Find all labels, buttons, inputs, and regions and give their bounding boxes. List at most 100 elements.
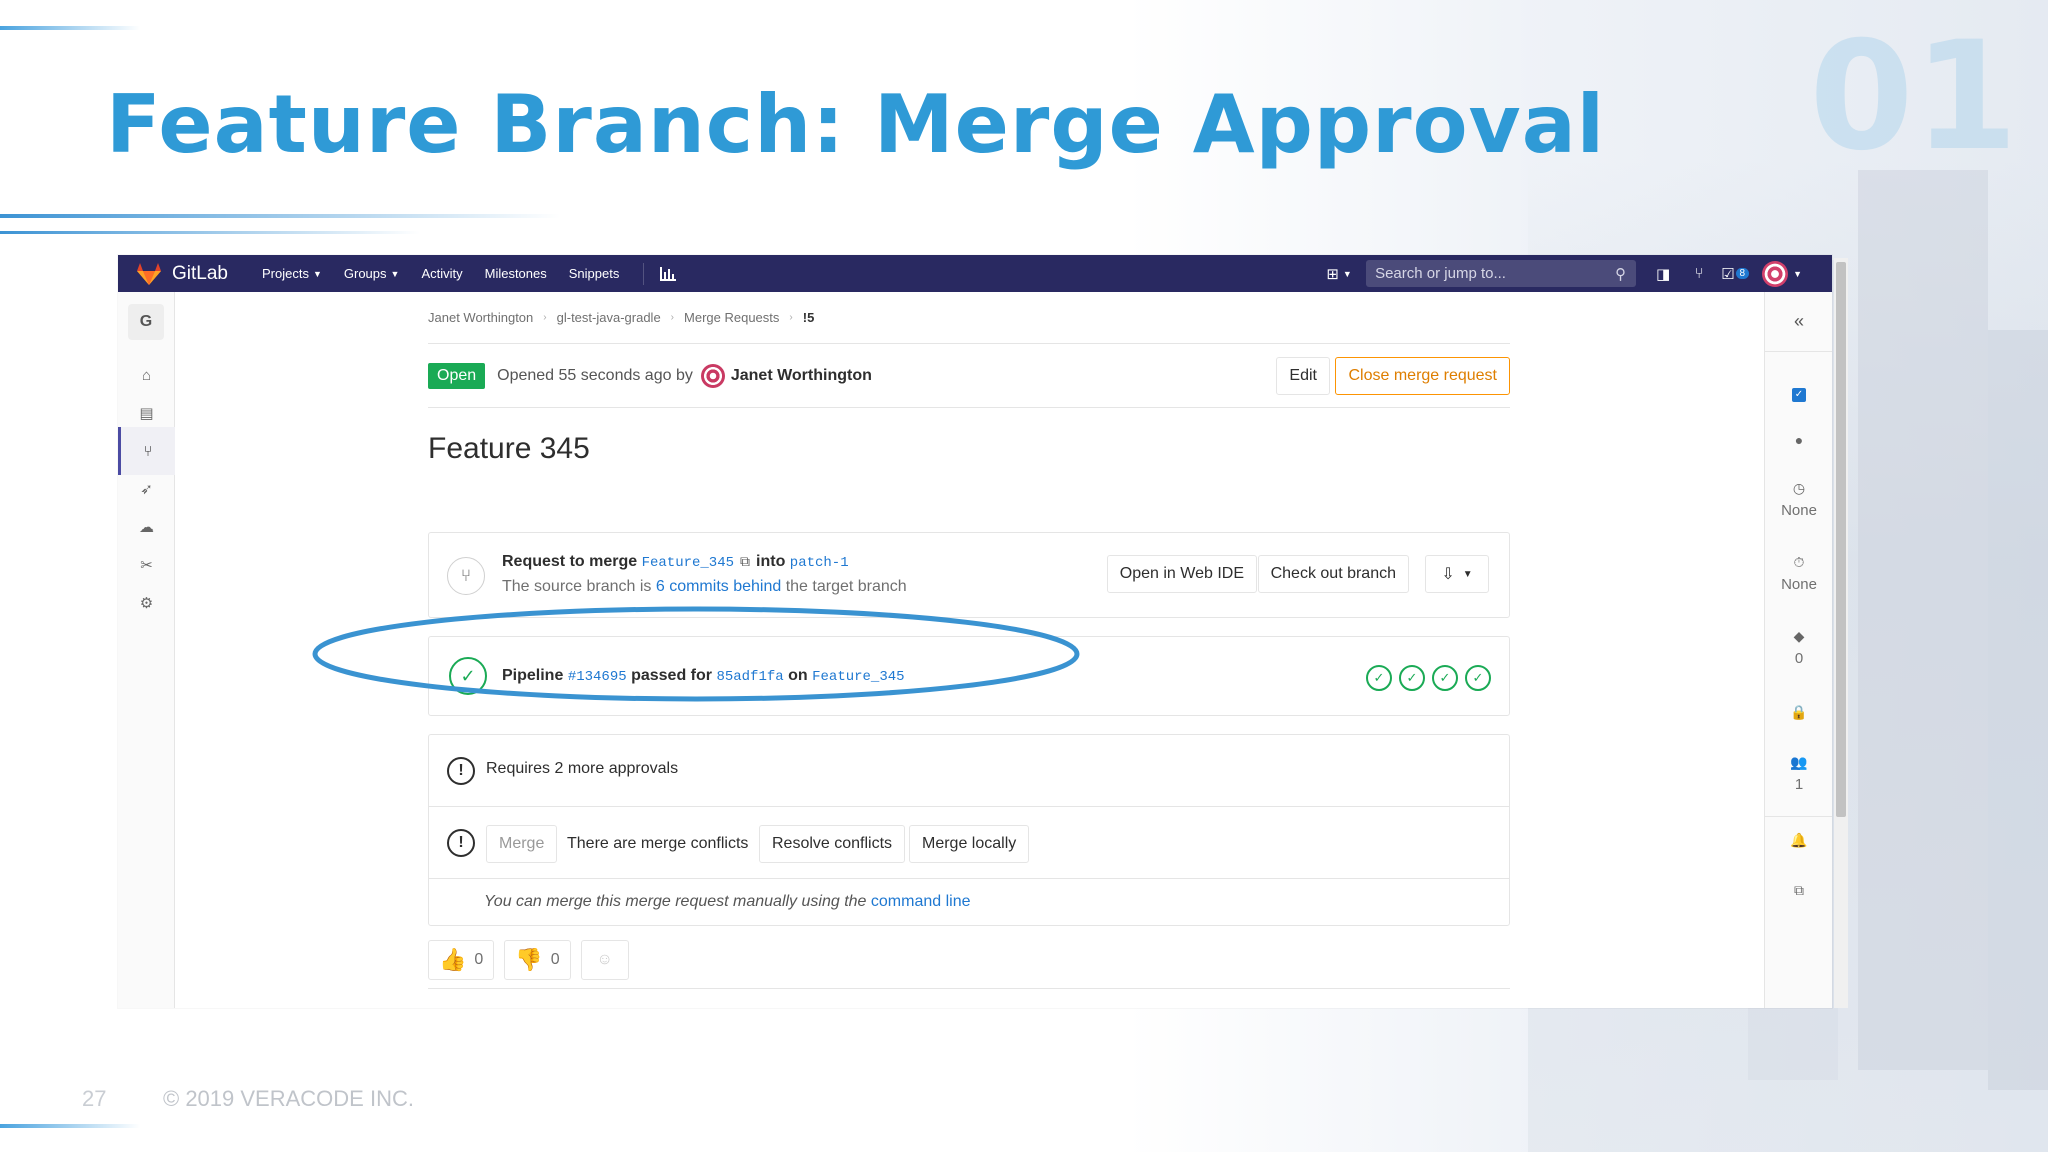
nav-label: Snippets [568, 266, 620, 281]
pipeline-stages: ✓ ✓ ✓ ✓ [1366, 665, 1491, 691]
opened-text: Opened 55 seconds ago by [497, 366, 693, 384]
search-placeholder: Search or jump to... [1375, 265, 1506, 282]
user-menu[interactable]: ▼ [1762, 260, 1802, 287]
todos-icon[interactable]: ☑ 8 [1721, 265, 1750, 283]
chevron-down-icon: ▼ [390, 268, 400, 279]
commits-behind-link[interactable]: 6 commits behind [656, 578, 781, 595]
breadcrumb-item[interactable]: !5 [803, 310, 815, 325]
divider [428, 988, 1510, 989]
decorative-line [0, 1124, 140, 1128]
edit-button[interactable]: Edit [1276, 357, 1330, 395]
nav-milestones[interactable]: Milestones [485, 266, 547, 281]
check-out-branch-button[interactable]: Check out branch [1257, 555, 1409, 593]
todo-count-badge: 8 [1735, 268, 1750, 279]
breadcrumb-item[interactable]: gl-test-java-gradle [557, 310, 661, 325]
label: into [756, 553, 786, 570]
user-icon: ● [1794, 432, 1804, 448]
stopwatch-icon: ⏱ [1793, 554, 1805, 570]
assignee-item[interactable]: ● [1765, 432, 1832, 449]
label: You can merge this merge request manuall… [484, 893, 867, 910]
approvals-text: Requires 2 more approvals [486, 760, 679, 777]
milestone-item[interactable]: ◷ None [1765, 480, 1832, 519]
notifications-item[interactable]: 🔔 [1765, 832, 1832, 849]
chevron-right-icon: › [543, 312, 547, 323]
thumbs-down-button[interactable]: 👎 0 [504, 940, 571, 980]
labels-item[interactable]: ◆ 0 [1765, 628, 1832, 667]
plus-square-icon[interactable]: ⊞ ▼ [1326, 265, 1352, 283]
slide-title: Feature Branch: Merge Approval [106, 78, 1606, 171]
bell-icon: 🔔 [1790, 832, 1808, 848]
copy-reference-item[interactable]: ⧉ [1765, 882, 1832, 899]
users-icon: 👥 [1790, 754, 1808, 770]
chart-icon[interactable] [660, 266, 677, 281]
breadcrumb: Janet Worthington › gl-test-java-gradle … [428, 292, 1510, 344]
nav-snippets[interactable]: Snippets [569, 266, 620, 281]
chevron-down-icon: ▼ [312, 268, 322, 279]
merge-conflicts-text: There are merge conflicts [567, 835, 749, 852]
merge-request-icon[interactable]: ⑂ [1690, 265, 1708, 283]
request-to-merge-line: Request to merge Feature_345 ⧉ into patch-… [502, 553, 849, 571]
tag-icon: ◆ [1793, 628, 1805, 644]
approvals-row: ! Requires 2 more approvals [429, 735, 1509, 807]
gitlab-brand[interactable]: GitLab [172, 263, 228, 285]
commits-behind-line: The source branch is 6 commits behind th… [502, 578, 907, 596]
mr-title: Feature 345 [428, 432, 590, 465]
close-merge-request-button[interactable]: Close merge request [1335, 357, 1510, 395]
merge-button[interactable]: Merge [486, 825, 558, 863]
search-input[interactable]: Search or jump to... ⚲ [1366, 260, 1637, 287]
time-tracking-value: None [1781, 576, 1817, 593]
chevron-down-icon: ▼ [1462, 568, 1473, 580]
todo-toggle[interactable]: ✓ [1765, 384, 1832, 402]
collapse-sidebar-icon[interactable]: « [1765, 292, 1832, 352]
skyline-tower [1858, 170, 1988, 1070]
lock-item[interactable]: 🔒 [1765, 704, 1832, 721]
resolve-conflicts-button[interactable]: Resolve conflicts [759, 825, 906, 863]
download-icon: ⇩ [1441, 566, 1455, 583]
stage-passed-icon[interactable]: ✓ [1465, 665, 1491, 691]
copyright-text: © 2019 VERACODE INC. [163, 1086, 414, 1111]
participants-item[interactable]: 👥 1 [1765, 754, 1832, 793]
avatar[interactable] [700, 363, 725, 388]
download-button[interactable]: ⇩ ▼ [1425, 555, 1489, 593]
thumbs-up-icon: 👍 [439, 947, 467, 972]
open-web-ide-button[interactable]: Open in Web IDE [1106, 555, 1257, 593]
author-name[interactable]: Janet Worthington [731, 367, 872, 385]
source-branch[interactable]: Feature_345 [642, 555, 734, 571]
thumbs-down-count: 0 [550, 951, 560, 968]
label: Request to merge [502, 553, 638, 570]
stage-passed-icon[interactable]: ✓ [1399, 665, 1425, 691]
award-emoji-row: 👍 0 👎 0 ☺ [428, 940, 1510, 980]
breadcrumb-item[interactable]: Janet Worthington [428, 310, 533, 325]
labels-count: 0 [1794, 650, 1804, 667]
add-reaction-button[interactable]: ☺ [580, 940, 629, 980]
copy-icon[interactable]: ⧉ [740, 553, 750, 569]
thumbs-up-count: 0 [474, 951, 484, 968]
mr-header: Open Opened 55 seconds ago by Janet Wort… [428, 344, 1510, 408]
manual-merge-text: You can merge this merge request manuall… [484, 893, 971, 911]
nav-groups[interactable]: Groups ▼ [344, 266, 400, 281]
command-line-link[interactable]: command line [871, 893, 971, 910]
stage-passed-icon[interactable]: ✓ [1366, 665, 1392, 691]
section-number: 01 [1809, 10, 2018, 184]
chevron-right-icon: › [670, 312, 675, 323]
search-icon: ⚲ [1615, 265, 1627, 283]
gitlab-logo-icon[interactable] [136, 262, 162, 286]
time-tracking-item[interactable]: ⏱ None [1765, 554, 1832, 593]
thumbs-up-button[interactable]: 👍 0 [428, 940, 495, 980]
warning-icon: ! [447, 829, 475, 857]
target-branch[interactable]: patch-1 [790, 555, 849, 571]
nav-activity[interactable]: Activity [421, 266, 462, 281]
merge-locally-button[interactable]: Merge locally [909, 825, 1030, 863]
gear-icon[interactable]: ⚙ [118, 579, 175, 627]
issues-icon[interactable]: ◨ [1654, 265, 1672, 283]
copy-icon: ⧉ [1794, 882, 1804, 898]
breadcrumb-item[interactable]: Merge Requests [684, 310, 779, 325]
scrollbar-thumb[interactable] [1836, 262, 1846, 817]
stage-passed-icon[interactable]: ✓ [1432, 665, 1458, 691]
project-avatar[interactable]: G [128, 304, 164, 340]
avatar [1762, 260, 1789, 287]
merge-actions-row: ! Merge There are merge conflicts Resolv… [429, 807, 1509, 879]
nav-projects[interactable]: Projects ▼ [262, 266, 322, 281]
nav-label: Groups [343, 266, 387, 281]
skyline-tower [1988, 330, 2048, 1090]
